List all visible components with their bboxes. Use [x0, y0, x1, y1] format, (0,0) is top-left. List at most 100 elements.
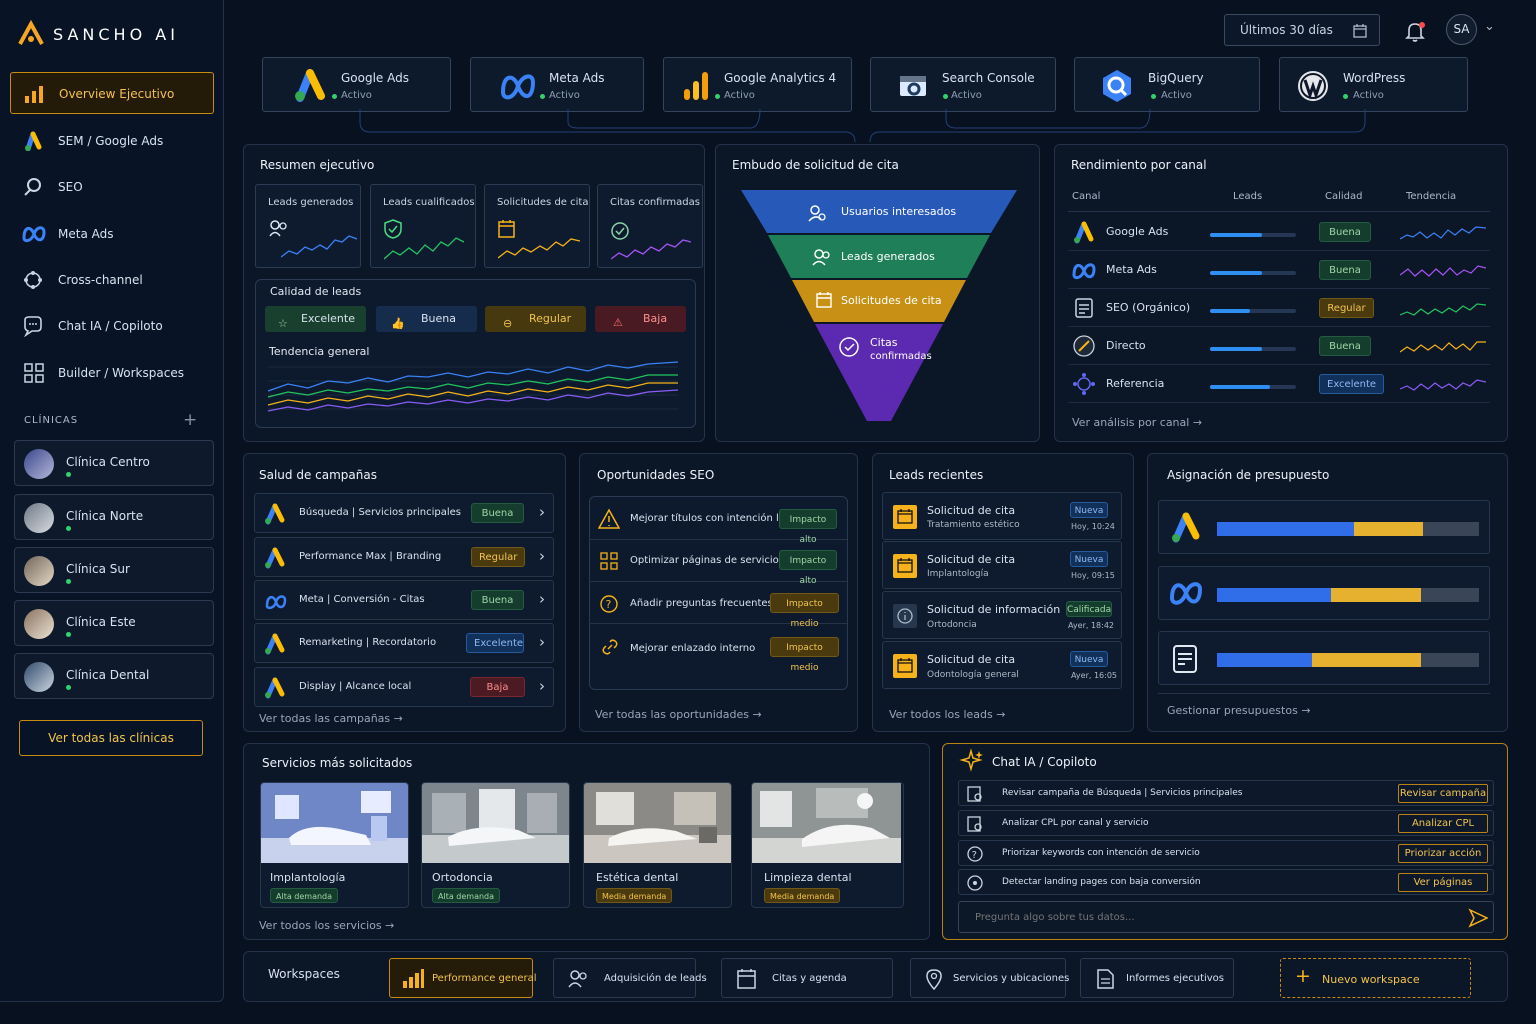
- quality-baja[interactable]: ⚠ Baja: [595, 306, 686, 332]
- campaign-row[interactable]: Display | Alcance local Baja ›: [254, 667, 554, 707]
- metric-sparkline: [611, 239, 691, 260]
- question-circle-icon: ?: [600, 595, 618, 613]
- integration-status: Activo: [1161, 90, 1192, 101]
- seo-row[interactable]: ? Añadir preguntas frecuentes Impacto medi…: [589, 582, 847, 629]
- send-icon[interactable]: [1468, 908, 1488, 928]
- sidebar-item-seo[interactable]: SEO: [10, 166, 214, 208]
- channel-row[interactable]: Meta Ads Buena: [1068, 251, 1490, 289]
- metric-card[interactable]: Solicitudes de cita: [484, 184, 590, 268]
- status-badge: Regular: [471, 547, 525, 567]
- metric-card[interactable]: Leads cualificados: [370, 184, 476, 268]
- channel-name: Google Ads: [1106, 225, 1169, 238]
- sidebar-item-builder[interactable]: Builder / Workspaces: [10, 352, 214, 394]
- suggestion-action[interactable]: Ver páginas: [1398, 873, 1488, 892]
- sidebar-item-cross[interactable]: Cross-channel: [10, 259, 214, 301]
- calendar-icon: [1353, 24, 1367, 38]
- metric-card[interactable]: Leads generados: [255, 184, 361, 268]
- chat-suggestion[interactable]: Revisar campaña de Búsqueda | Servicios …: [958, 780, 1494, 806]
- metric-card[interactable]: Citas confirmadas: [597, 184, 703, 268]
- view-all-clinics-button[interactable]: Ver todas las clínicas: [19, 720, 203, 756]
- workspace-executive-reports[interactable]: Informes ejecutivos: [1080, 958, 1234, 998]
- campaign-row[interactable]: Performance Max | Branding Regular ›: [254, 537, 554, 577]
- manage-budgets-link[interactable]: Gestionar presupuestos →: [1167, 704, 1311, 717]
- quality-label: Buena: [421, 312, 456, 325]
- direct-icon: [1073, 335, 1095, 357]
- suggestion-action[interactable]: Revisar campaña: [1398, 784, 1488, 803]
- budget-row-google[interactable]: [1158, 500, 1490, 554]
- chevron-right-icon: ›: [539, 590, 545, 608]
- workspace-lead-acquisition[interactable]: Adquisición de leads: [553, 958, 707, 998]
- clinic-item[interactable]: Clínica Este: [14, 600, 214, 646]
- service-name: Estética dental: [596, 871, 679, 884]
- campaign-row[interactable]: Búsqueda | Servicios principales Buena ›: [254, 493, 554, 533]
- workspace-appointments[interactable]: Citas y agenda: [721, 958, 893, 998]
- google-ads-icon: [265, 633, 285, 655]
- seo-row[interactable]: Mejorar títulos con intención local Impac…: [589, 498, 847, 545]
- lead-row[interactable]: Solicitud de información Ortodoncia Califi…: [882, 591, 1122, 639]
- seo-row[interactable]: Mejorar enlazado interno Impacto medio: [589, 625, 847, 673]
- quality-regular[interactable]: ⊖ Regular: [485, 306, 586, 332]
- lead-row[interactable]: Solicitud de cita Tratamiento estético Nue…: [882, 492, 1122, 540]
- document-search-icon: [967, 786, 982, 802]
- view-all-opportunities-link[interactable]: Ver todas las oportunidades →: [595, 708, 762, 721]
- new-workspace-button[interactable]: + Nuevo workspace: [1280, 958, 1471, 998]
- chat-input[interactable]: [958, 901, 1494, 933]
- sidebar-item-sem[interactable]: SEM / Google Ads: [10, 120, 214, 162]
- lead-bar: [1210, 385, 1296, 389]
- clinic-item[interactable]: Clínica Sur: [14, 547, 214, 593]
- clinic-item[interactable]: Clínica Centro: [14, 440, 214, 486]
- add-clinic-button[interactable]: +: [183, 410, 197, 430]
- campaign-row[interactable]: Meta | Conversión - Citas Buena ›: [254, 580, 554, 620]
- chat-suggestion[interactable]: Detectar landing pages con baja conversi…: [958, 869, 1494, 895]
- quality-excelente[interactable]: ☆ Excelente: [265, 306, 366, 332]
- workspace-label: Servicios y ubicaciones: [953, 973, 1070, 984]
- info-icon: [893, 604, 917, 628]
- view-all-campaigns-link[interactable]: Ver todas las campañas →: [259, 712, 403, 725]
- suggestion-text: Detectar landing pages con baja conversi…: [1002, 877, 1201, 887]
- clinic-item[interactable]: Clínica Norte: [14, 494, 214, 540]
- integration-status: Activo: [341, 90, 372, 101]
- workspace-performance[interactable]: Performance general: [389, 958, 537, 998]
- view-all-services-link[interactable]: Ver todos los servicios →: [259, 919, 394, 932]
- sidebar-item-overview[interactable]: Overview Ejecutivo: [10, 72, 214, 114]
- service-card[interactable]: Estética dental Media demanda: [583, 782, 732, 908]
- sidebar-item-chat[interactable]: Chat IA / Copiloto: [10, 305, 214, 347]
- channel-row[interactable]: SEO (Orgánico) Regular: [1068, 289, 1490, 327]
- suggestion-action[interactable]: Priorizar acción: [1398, 844, 1488, 863]
- lead-row[interactable]: Solicitud de cita Odontología general Nuev…: [882, 641, 1122, 689]
- workspace-services-locations[interactable]: Servicios y ubicaciones: [910, 958, 1070, 998]
- status-dot: [66, 579, 71, 584]
- user-avatar[interactable]: SA: [1446, 14, 1477, 45]
- suggestion-action[interactable]: Analizar CPL: [1398, 814, 1488, 833]
- seo-row[interactable]: Optimizar páginas de servicios Impacto al…: [589, 540, 847, 586]
- channel-row[interactable]: Directo Buena: [1068, 327, 1490, 365]
- chat-suggestion[interactable]: Analizar CPL por canal y servicio Analiza…: [958, 810, 1494, 836]
- quality-buena[interactable]: 👍 Buena: [376, 306, 477, 332]
- budget-row-seo[interactable]: [1158, 631, 1490, 685]
- sidebar-item-meta[interactable]: Meta Ads: [10, 213, 214, 255]
- budget-row-meta[interactable]: [1158, 566, 1490, 620]
- lead-row[interactable]: Solicitud de cita Implantología Nueva Hoy, …: [882, 541, 1122, 589]
- service-card[interactable]: Limpieza dental Media demanda: [751, 782, 904, 908]
- user-menu-chevron-icon[interactable]: ⌄: [1484, 19, 1495, 34]
- campaign-row[interactable]: Remarketing | Recordatorio Excelente ›: [254, 623, 554, 663]
- funnel-stage-1: Usuarios interesados: [841, 205, 957, 218]
- bigquery-icon: [1103, 70, 1131, 102]
- channel-row[interactable]: Referencia Excelente: [1068, 365, 1490, 403]
- channel-title: Rendimiento por canal: [1071, 158, 1207, 172]
- view-channel-analysis-link[interactable]: Ver análisis por canal →: [1072, 416, 1202, 429]
- date-range-picker[interactable]: Últimos 30 días: [1224, 14, 1380, 46]
- service-card[interactable]: Implantología Alta demanda: [260, 782, 409, 908]
- workspace-label: Adquisición de leads: [604, 973, 707, 984]
- view-all-leads-link[interactable]: Ver todos los leads →: [889, 708, 1005, 721]
- clinic-item[interactable]: Clínica Dental: [14, 653, 214, 699]
- integration-status: Activo: [1353, 90, 1384, 101]
- chat-suggestion[interactable]: ? Priorizar keywords con intención de ser…: [958, 840, 1494, 866]
- suggestion-text: Revisar campaña de Búsqueda | Servicios …: [1002, 788, 1243, 798]
- avatar: [24, 449, 54, 479]
- trend-sparkline: [1400, 379, 1486, 391]
- calendar-icon: [893, 654, 917, 678]
- channel-row[interactable]: Google Ads Buena: [1068, 213, 1490, 251]
- notification-bell-icon[interactable]: [1403, 19, 1427, 43]
- service-card[interactable]: Ortodoncia Alta demanda: [421, 782, 570, 908]
